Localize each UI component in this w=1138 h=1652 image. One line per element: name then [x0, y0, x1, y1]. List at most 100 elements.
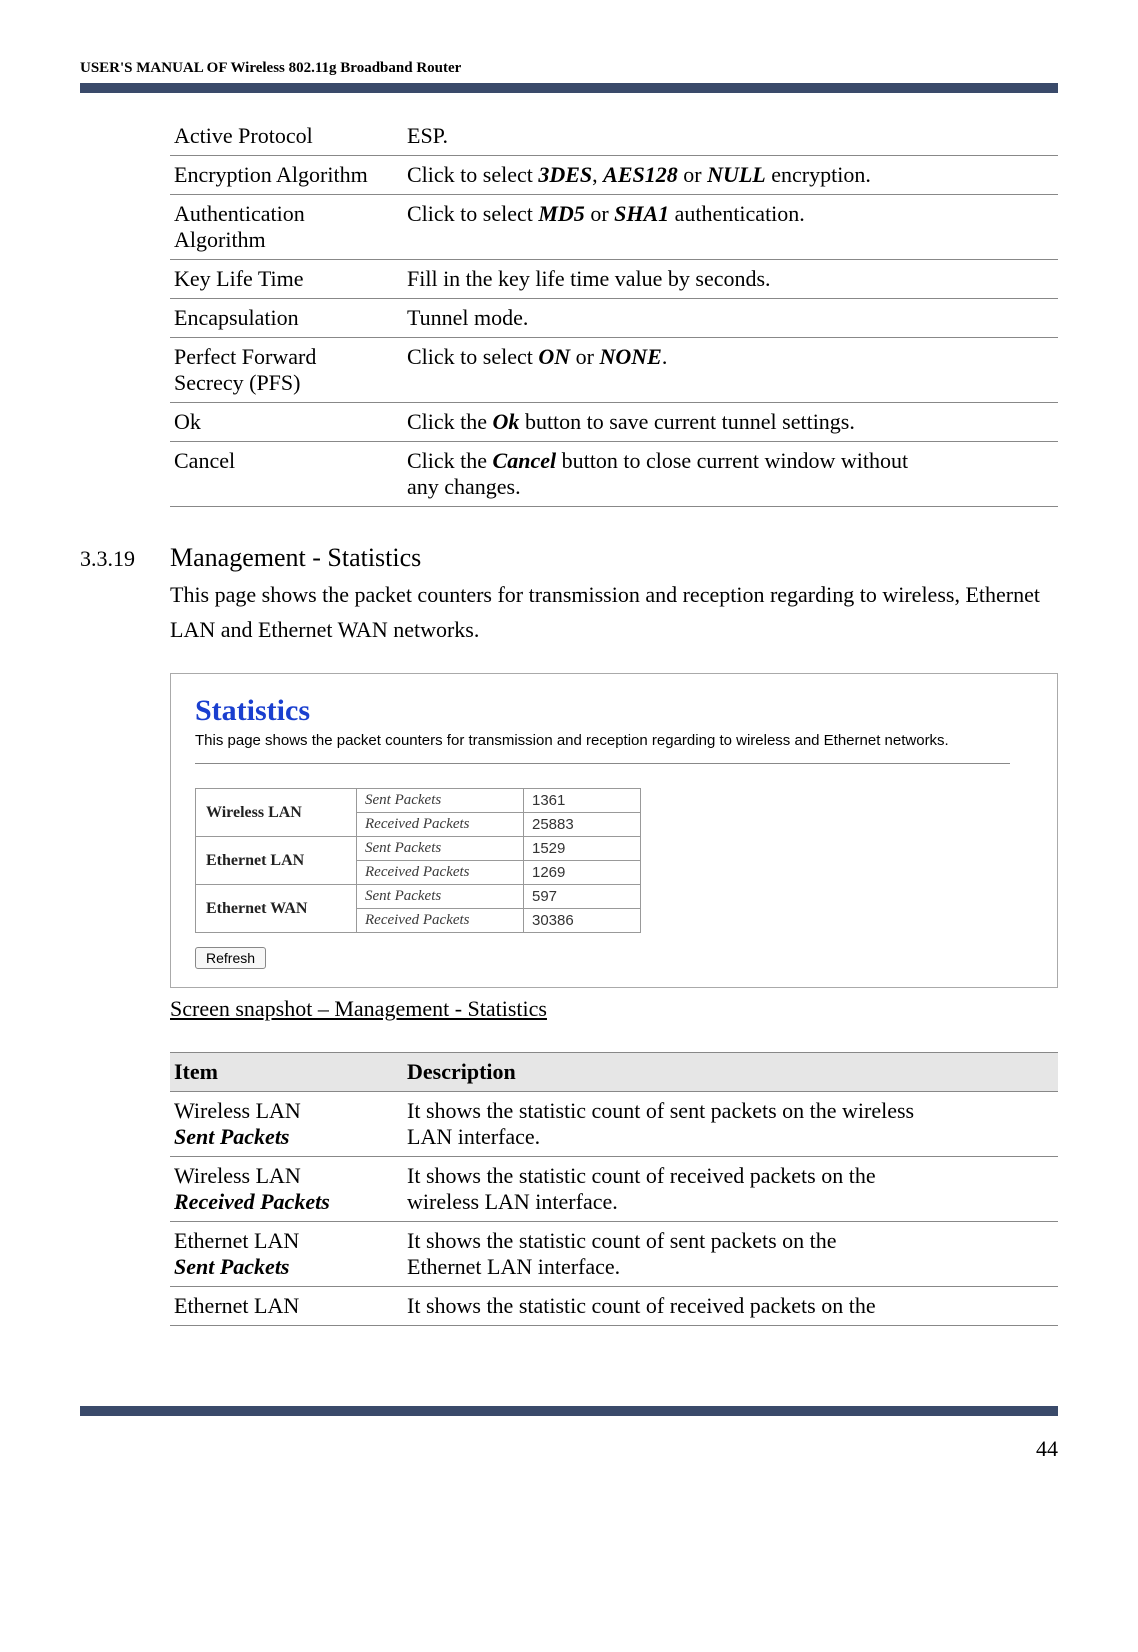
text: Click to select: [407, 201, 538, 226]
emph: 3DES: [538, 162, 592, 187]
text: Wireless LAN: [174, 1098, 301, 1123]
desc-cell: It shows the statistic count of received…: [403, 1157, 1058, 1222]
table-row: Cancel Click the Cancel button to close …: [170, 442, 1058, 507]
metric-label: Received Packets: [357, 813, 524, 837]
screenshot-caption: Screen snapshot – Management - Statistic…: [170, 996, 1058, 1022]
emph: NONE: [599, 344, 661, 369]
text: It shows the statistic count of received…: [407, 1293, 876, 1318]
metric-value: 25883: [524, 813, 641, 837]
running-header: USER'S MANUAL OF Wireless 802.11g Broadb…: [80, 60, 1058, 81]
param-desc: Click to select ON or NONE.: [403, 338, 1058, 403]
metric-value: 1269: [524, 861, 641, 885]
text: wireless LAN interface.: [407, 1189, 618, 1214]
table-row: Encryption Algorithm Click to select 3DE…: [170, 156, 1058, 195]
text: .: [662, 344, 668, 369]
param-key: Active Protocol: [170, 117, 403, 156]
text: It shows the statistic count of received…: [407, 1163, 876, 1188]
metric-label: Sent Packets: [357, 885, 524, 909]
text: Ethernet LAN: [174, 1228, 299, 1253]
text: LAN interface.: [407, 1124, 540, 1149]
vpn-params-table: Active Protocol ESP. Encryption Algorith…: [170, 117, 1058, 507]
text: or: [570, 344, 599, 369]
param-desc: Click to select 3DES, AES128 or NULL enc…: [403, 156, 1058, 195]
param-key: Authentication Algorithm: [170, 195, 403, 260]
header-rule: [80, 83, 1058, 93]
text: Algorithm: [174, 227, 266, 252]
text: Perfect Forward: [174, 344, 316, 369]
emph: Sent Packets: [174, 1254, 290, 1279]
text: It shows the statistic count of sent pac…: [407, 1228, 837, 1253]
emph: ON: [538, 344, 570, 369]
group-name: Ethernet LAN: [196, 837, 357, 885]
table-row: Ok Click the Ok button to save current t…: [170, 403, 1058, 442]
metric-label: Sent Packets: [357, 837, 524, 861]
metric-label: Received Packets: [357, 861, 524, 885]
text: Wireless LAN: [174, 1163, 301, 1188]
param-desc: Fill in the key life time value by secon…: [403, 260, 1058, 299]
table-row: Encapsulation Tunnel mode.: [170, 299, 1058, 338]
text: Secrecy (PFS): [174, 370, 300, 395]
text: button to save current tunnel settings.: [519, 409, 854, 434]
item-cell: Ethernet LAN: [170, 1287, 403, 1326]
text: encryption.: [766, 162, 871, 187]
text: authentication.: [669, 201, 805, 226]
item-cell: Ethernet LAN Sent Packets: [170, 1222, 403, 1287]
table-row: Wireless LAN Sent Packets It shows the s…: [170, 1092, 1058, 1157]
metric-value: 1361: [524, 789, 641, 813]
table-row: Wireless LAN Sent Packets 1361: [196, 789, 641, 813]
table-header-row: Item Description: [170, 1053, 1058, 1092]
emph: Cancel: [493, 448, 557, 473]
emph: Sent Packets: [174, 1124, 290, 1149]
param-key: Encapsulation: [170, 299, 403, 338]
param-desc: Click to select MD5 or SHA1 authenticati…: [403, 195, 1058, 260]
param-key: Cancel: [170, 442, 403, 507]
col-header-desc: Description: [403, 1053, 1058, 1092]
refresh-button[interactable]: Refresh: [195, 947, 266, 969]
desc-cell: It shows the statistic count of sent pac…: [403, 1222, 1058, 1287]
group-name: Ethernet WAN: [196, 885, 357, 933]
table-row: Key Life Time Fill in the key life time …: [170, 260, 1058, 299]
table-row: Active Protocol ESP.: [170, 117, 1058, 156]
stats-table: Wireless LAN Sent Packets 1361 Received …: [195, 788, 641, 933]
param-desc: Click the Ok button to save current tunn…: [403, 403, 1058, 442]
param-desc: ESP.: [403, 117, 1058, 156]
table-row: Perfect Forward Secrecy (PFS) Click to s…: [170, 338, 1058, 403]
statistics-screenshot: Statistics This page shows the packet co…: [170, 673, 1058, 988]
col-header-item: Item: [170, 1053, 403, 1092]
section-title: Management - Statistics: [170, 543, 421, 573]
text: any changes.: [407, 474, 521, 499]
table-row: Authentication Algorithm Click to select…: [170, 195, 1058, 260]
stats-desc-table: Item Description Wireless LAN Sent Packe…: [170, 1052, 1058, 1326]
metric-value: 597: [524, 885, 641, 909]
emph: AES128: [603, 162, 678, 187]
text: It shows the statistic count of sent pac…: [407, 1098, 914, 1123]
text: Click to select: [407, 162, 538, 187]
item-cell: Wireless LAN Sent Packets: [170, 1092, 403, 1157]
stats-desc: This page shows the packet counters for …: [195, 732, 1010, 764]
group-name: Wireless LAN: [196, 789, 357, 837]
text: Ethernet LAN interface.: [407, 1254, 620, 1279]
text: ,: [592, 162, 603, 187]
param-desc: Tunnel mode.: [403, 299, 1058, 338]
text: Ethernet LAN: [174, 1293, 299, 1318]
text: Click to select: [407, 344, 538, 369]
text: Authentication: [174, 201, 305, 226]
param-key: Ok: [170, 403, 403, 442]
param-key: Key Life Time: [170, 260, 403, 299]
item-cell: Wireless LAN Received Packets: [170, 1157, 403, 1222]
section-number: 3.3.19: [80, 546, 170, 572]
emph: Ok: [493, 409, 520, 434]
text: Click the: [407, 409, 493, 434]
param-key: Encryption Algorithm: [170, 156, 403, 195]
metric-label: Received Packets: [357, 909, 524, 933]
text: button to close current window without: [556, 448, 908, 473]
emph: NULL: [707, 162, 766, 187]
footer-rule: [80, 1406, 1058, 1416]
desc-cell: It shows the statistic count of sent pac…: [403, 1092, 1058, 1157]
text: or: [678, 162, 707, 187]
table-row: Ethernet LAN It shows the statistic coun…: [170, 1287, 1058, 1326]
table-row: Ethernet LAN Sent Packets 1529: [196, 837, 641, 861]
table-row: Wireless LAN Received Packets It shows t…: [170, 1157, 1058, 1222]
metric-label: Sent Packets: [357, 789, 524, 813]
emph: SHA1: [614, 201, 669, 226]
